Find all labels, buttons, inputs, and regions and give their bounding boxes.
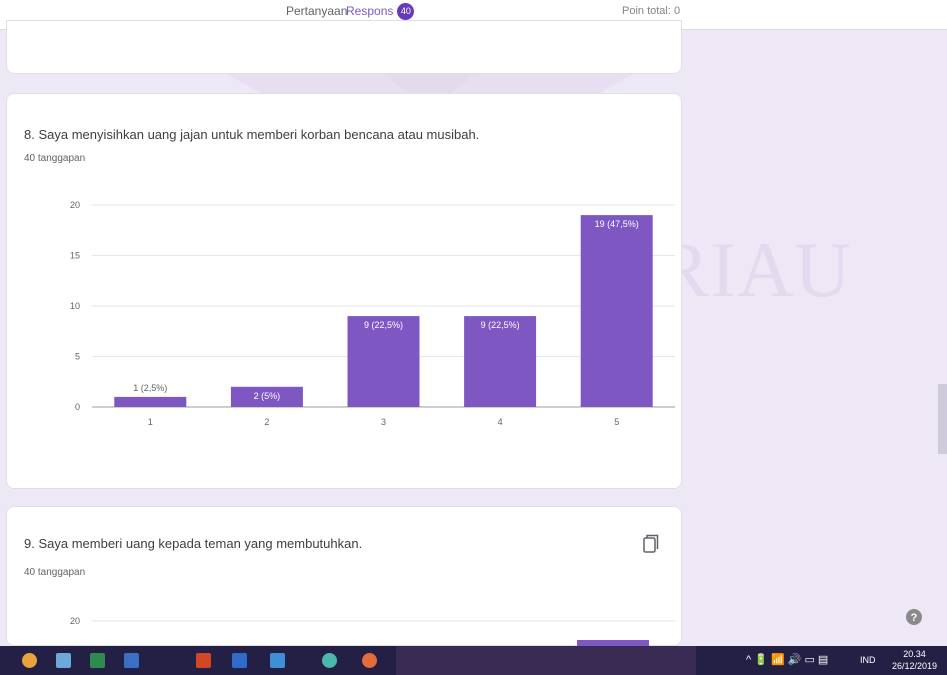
tab-responses-label: Respons bbox=[346, 4, 394, 18]
x-tick-label: 5 bbox=[614, 417, 619, 427]
total-points: Poin total: 0 bbox=[622, 5, 681, 17]
visio-icon[interactable] bbox=[232, 653, 247, 668]
question-9-y-tick: 20 bbox=[70, 616, 80, 626]
question-9-bar-chart: 20 bbox=[70, 616, 675, 647]
responses-count-badge: 40 bbox=[397, 3, 415, 20]
bar-5[interactable] bbox=[580, 215, 653, 407]
bar-1[interactable] bbox=[114, 396, 187, 407]
y-tick-label: 10 bbox=[70, 301, 80, 311]
scrollbar-thumb[interactable] bbox=[938, 384, 947, 454]
word-icon[interactable] bbox=[124, 653, 139, 668]
previous-question-card bbox=[6, 20, 682, 74]
clock-date: 26/12/2019 bbox=[892, 661, 938, 671]
data-label-5: 19 (47,5%) bbox=[595, 219, 639, 229]
file-explorer-icon[interactable] bbox=[56, 653, 71, 668]
chrome-icon[interactable] bbox=[22, 653, 37, 668]
excel-icon[interactable] bbox=[90, 653, 105, 668]
paint-icon[interactable] bbox=[322, 653, 337, 668]
x-tick-label: 3 bbox=[381, 417, 386, 427]
y-tick-label: 0 bbox=[75, 402, 80, 412]
help-icon[interactable]: ? bbox=[905, 608, 923, 626]
question-9-card: 9. Saya memberi uang kepada teman yang m… bbox=[6, 506, 682, 647]
language-indicator[interactable]: IND bbox=[860, 646, 876, 675]
data-label-4: 9 (22,5%) bbox=[481, 320, 520, 330]
clock-time: 20.34 bbox=[903, 649, 926, 659]
system-tray-icons[interactable]: ^ 🔋 📶 🔊 ▭ ▤ bbox=[746, 646, 828, 675]
photos-icon[interactable] bbox=[270, 653, 285, 668]
y-tick-label: 15 bbox=[70, 251, 80, 261]
data-label-2: 2 (5%) bbox=[254, 391, 281, 401]
taskbar-clock[interactable]: 20.34 26/12/2019 bbox=[892, 648, 937, 672]
svg-text:?: ? bbox=[911, 612, 918, 624]
question-8-card: 8. Saya menyisihkan uang jajan untuk mem… bbox=[6, 93, 682, 489]
y-tick-label: 20 bbox=[70, 200, 80, 210]
taskbar-active-area bbox=[396, 646, 696, 675]
data-label-3: 9 (22,5%) bbox=[364, 320, 403, 330]
y-tick-label: 5 bbox=[75, 352, 80, 362]
data-label-1: 1 (2,5%) bbox=[133, 383, 167, 393]
x-tick-label: 4 bbox=[498, 417, 503, 427]
powerpoint-icon[interactable] bbox=[196, 653, 211, 668]
question-8-bar-chart: 0 5 10 15 20 1 (2,5%) 1 2 (5%) 2 9 (22,5%) 3 9 (22,… bbox=[70, 200, 675, 427]
x-tick-label: 1 bbox=[148, 417, 153, 427]
x-tick-label: 2 bbox=[264, 417, 269, 427]
chrome-active-icon[interactable] bbox=[362, 653, 377, 668]
windows-taskbar: ^ 🔋 📶 🔊 ▭ ▤ IND 20.34 26/12/2019 bbox=[0, 646, 947, 675]
